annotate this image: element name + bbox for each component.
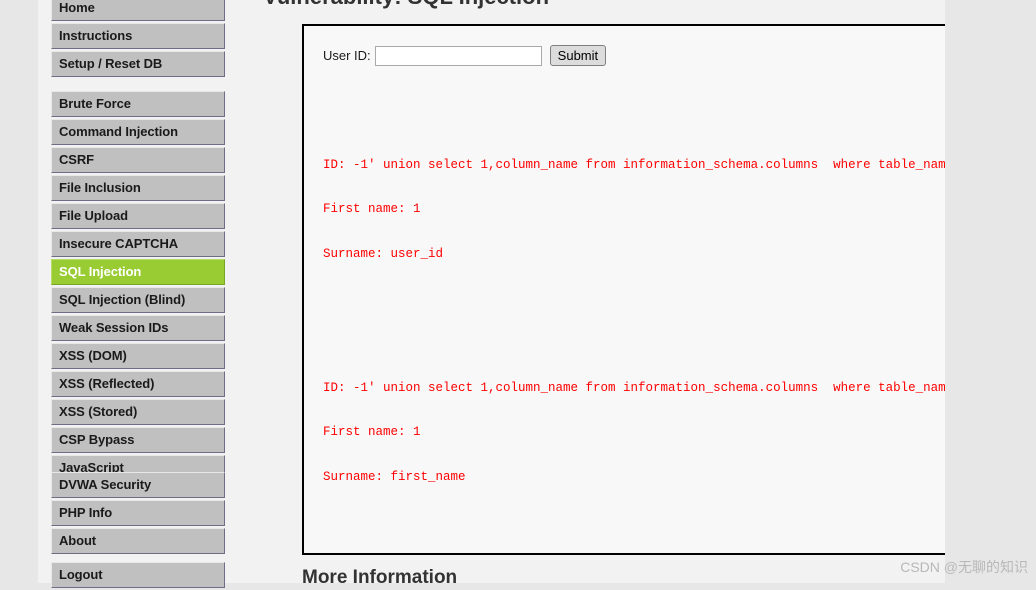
sidebar-group-vulnerabilities: Brute Force Command Injection CSRF File … xyxy=(38,91,225,483)
sql-injection-panel: User ID: Submit ID: -1' union select 1,c… xyxy=(302,24,945,555)
sidebar-item-csp-bypass[interactable]: CSP Bypass xyxy=(51,427,225,453)
sidebar-item-logout[interactable]: Logout xyxy=(51,562,225,588)
sidebar-navigation: Home Instructions Setup / Reset DB Brute… xyxy=(38,0,225,588)
result-surname: Surname: user_id xyxy=(323,246,444,261)
sidebar-item-setup-reset-db[interactable]: Setup / Reset DB xyxy=(51,51,225,77)
result-block: ID: -1' union select 1,column_name from … xyxy=(323,128,945,292)
sidebar-item-sql-injection[interactable]: SQL Injection xyxy=(51,259,225,285)
sidebar-group-meta: DVWA Security PHP Info About xyxy=(38,472,225,556)
sidebar-item-home[interactable]: Home xyxy=(51,0,225,21)
sidebar-item-csrf[interactable]: CSRF xyxy=(51,147,225,173)
sidebar-item-file-inclusion[interactable]: File Inclusion xyxy=(51,175,225,201)
user-id-label: User ID: xyxy=(323,48,371,63)
result-id-line: ID: -1' union select 1,column_name from … xyxy=(323,157,945,172)
page-frame: Home Instructions Setup / Reset DB Brute… xyxy=(38,0,945,588)
result-id-line: ID: -1' union select 1,column_name from … xyxy=(323,380,945,395)
sidebar-item-weak-session-ids[interactable]: Weak Session IDs xyxy=(51,315,225,341)
sidebar-group-main: Home Instructions Setup / Reset DB xyxy=(38,0,225,79)
sidebar-item-about[interactable]: About xyxy=(51,528,225,554)
sidebar-group-session: Logout xyxy=(38,562,225,590)
sidebar-item-php-info[interactable]: PHP Info xyxy=(51,500,225,526)
sidebar-item-insecure-captcha[interactable]: Insecure CAPTCHA xyxy=(51,231,225,257)
user-id-input[interactable] xyxy=(374,45,542,66)
more-information-heading: More Information xyxy=(302,567,458,583)
submit-button[interactable]: Submit xyxy=(549,45,607,66)
result-block: ID: -1' union select 1,column_name from … xyxy=(323,351,945,515)
sidebar-item-instructions[interactable]: Instructions xyxy=(51,23,225,49)
result-first-name: First name: 1 xyxy=(323,425,421,440)
sidebar-item-brute-force[interactable]: Brute Force xyxy=(51,91,225,117)
sidebar-item-xss-dom[interactable]: XSS (DOM) xyxy=(51,343,225,369)
user-id-form: User ID: Submit xyxy=(323,45,607,66)
sidebar-item-file-upload[interactable]: File Upload xyxy=(51,203,225,229)
sidebar-item-sql-injection-blind[interactable]: SQL Injection (Blind) xyxy=(51,287,225,313)
result-surname: Surname: first_name xyxy=(323,470,466,485)
sidebar-item-xss-stored[interactable]: XSS (Stored) xyxy=(51,399,225,425)
sidebar-item-command-injection[interactable]: Command Injection xyxy=(51,119,225,145)
result-first-name: First name: 1 xyxy=(323,202,421,217)
page-title: Vulnerability: SQL Injection xyxy=(225,0,549,8)
main-content: Vulnerability: SQL Injection User ID: Su… xyxy=(225,0,945,583)
query-results: ID: -1' union select 1,column_name from … xyxy=(323,83,945,553)
sidebar-item-dvwa-security[interactable]: DVWA Security xyxy=(51,472,225,498)
sidebar-item-xss-reflected[interactable]: XSS (Reflected) xyxy=(51,371,225,397)
